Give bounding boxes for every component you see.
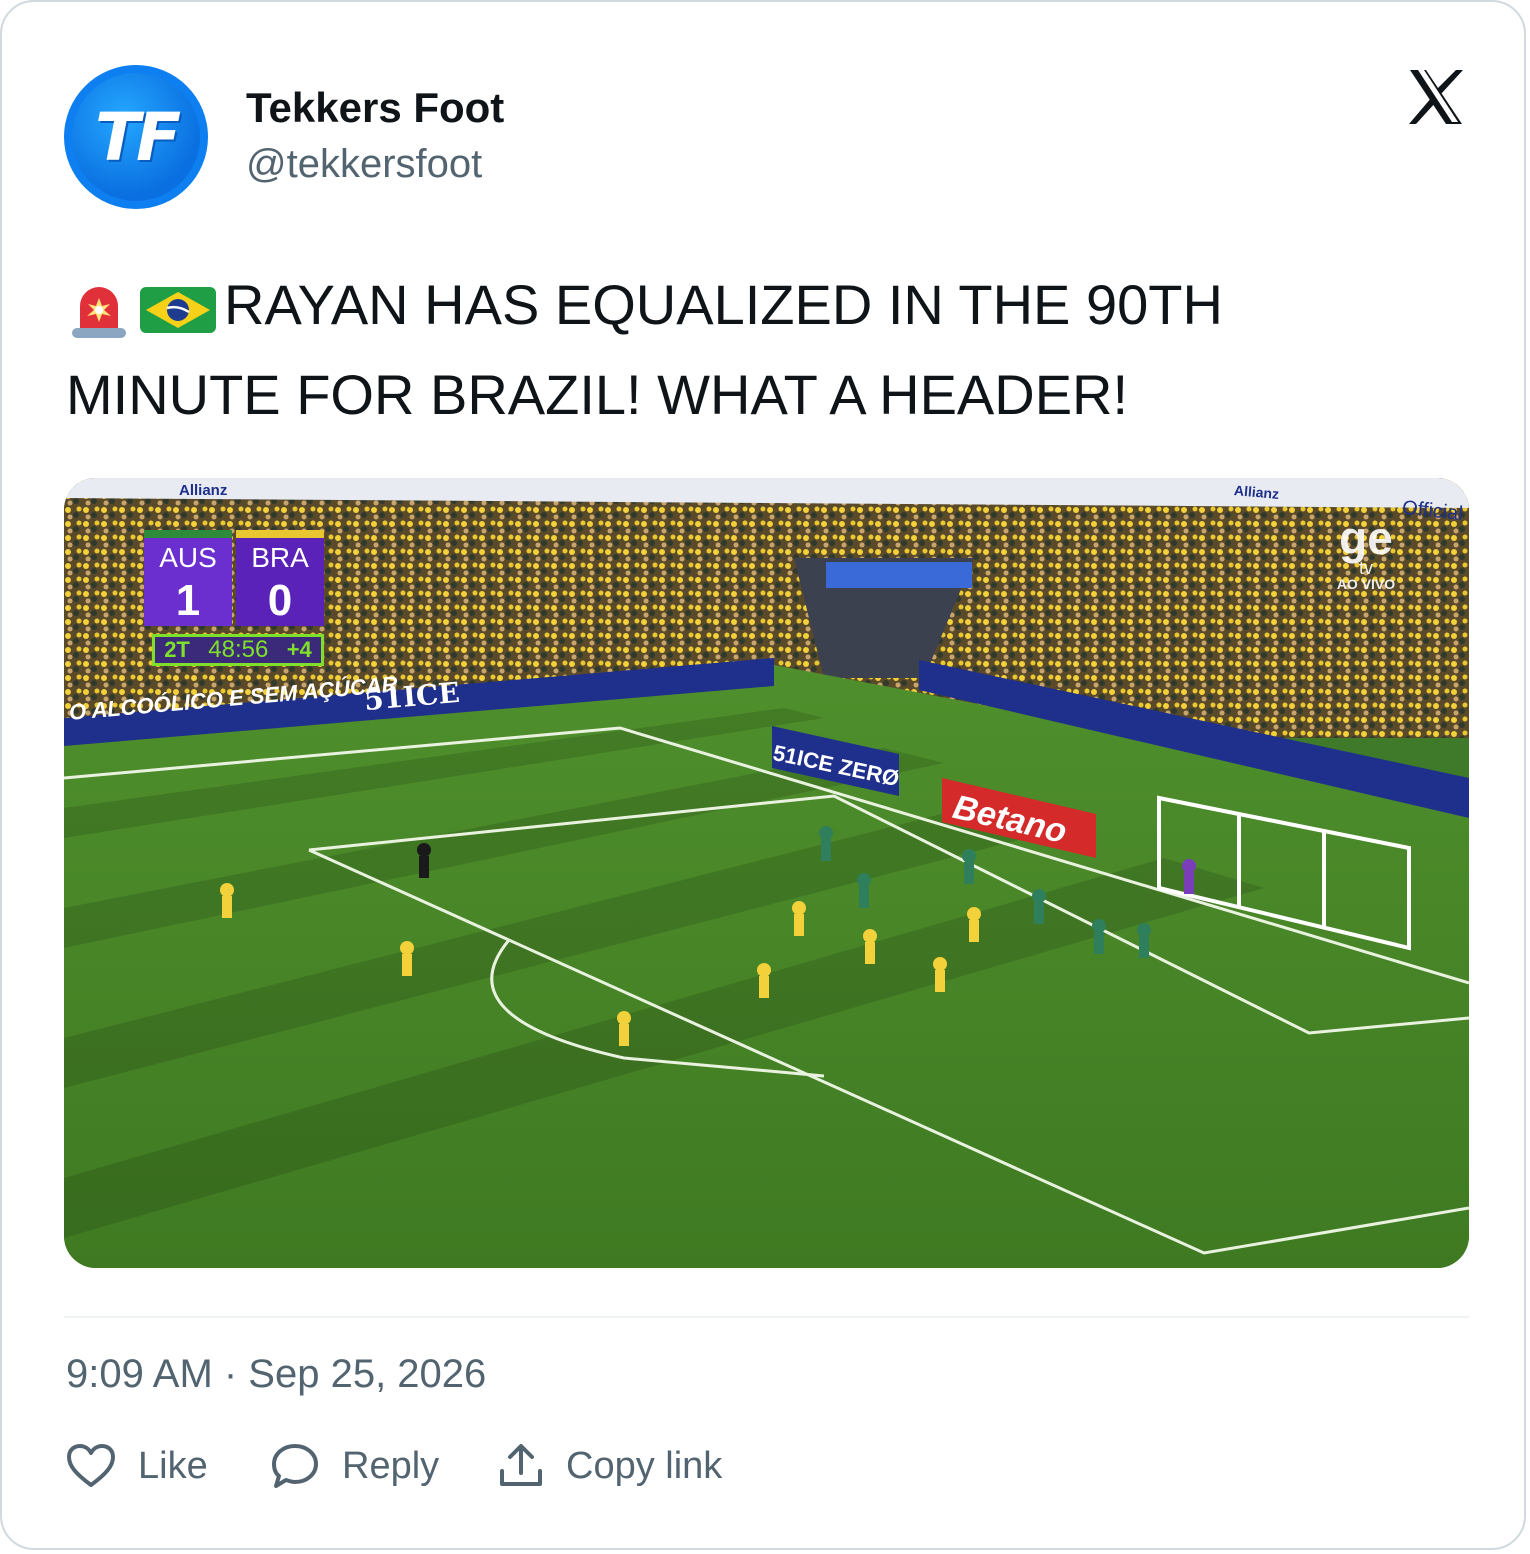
tweet-text-line-1: RAYAN HAS EQUALIZED IN THE 90TH <box>224 273 1223 336</box>
broadcaster-logo: ge tv AO VIVO <box>1336 512 1396 592</box>
heart-icon <box>67 1444 115 1487</box>
home-score: 1 <box>175 576 201 625</box>
match-clock-bar: 2T 48:56 +4 <box>152 634 324 666</box>
brazil-flag-emoji <box>140 287 216 334</box>
author-handle[interactable]: @tekkersfoot <box>246 142 482 187</box>
avatar-logo: TF <box>94 98 181 176</box>
x-logo-icon[interactable] <box>1406 68 1466 126</box>
added-time: +4 <box>286 637 312 662</box>
copy-link-label: Copy link <box>566 1444 723 1487</box>
tweet-timestamp[interactable]: 9:09 AM · Sep 25, 2026 <box>66 1352 486 1397</box>
ad-allianz-left: Allianz <box>179 482 228 499</box>
share-upload-icon <box>500 1444 542 1486</box>
away-score: 0 <box>267 576 293 625</box>
away-team: BRA <box>251 542 309 573</box>
author-name[interactable]: Tekkers Foot <box>246 84 504 132</box>
like-button[interactable]: Like <box>66 1440 208 1492</box>
police-car-light-emoji <box>72 287 126 339</box>
tweet-card: TF Tekkers Foot @tekkersfoot RAYAN HAS E… <box>0 0 1526 1550</box>
tweet-media-video[interactable]: AUS BRA 1 0 2T 48:56 +4 O ALCOÓLICO E SE… <box>64 478 1469 1268</box>
match-period: 2T <box>164 637 190 662</box>
home-team: AUS <box>159 542 217 573</box>
tweet-text: RAYAN HAS EQUALIZED IN THE 90TH MINUTE F… <box>66 260 1446 440</box>
tweet-text-line-2: MINUTE FOR BRAZIL! WHAT A HEADER! <box>66 363 1129 426</box>
reply-label: Reply <box>342 1444 440 1487</box>
scoreboard: AUS BRA 1 0 2T 48:56 +4 <box>144 530 324 666</box>
reply-button[interactable]: Reply <box>270 1440 439 1492</box>
author-avatar[interactable]: TF <box>64 65 208 209</box>
copy-link-button[interactable]: Copy link <box>498 1440 722 1492</box>
speech-bubble-icon <box>272 1444 318 1488</box>
match-clock: 48:56 <box>208 636 269 663</box>
like-label: Like <box>138 1444 208 1487</box>
divider <box>64 1316 1469 1318</box>
